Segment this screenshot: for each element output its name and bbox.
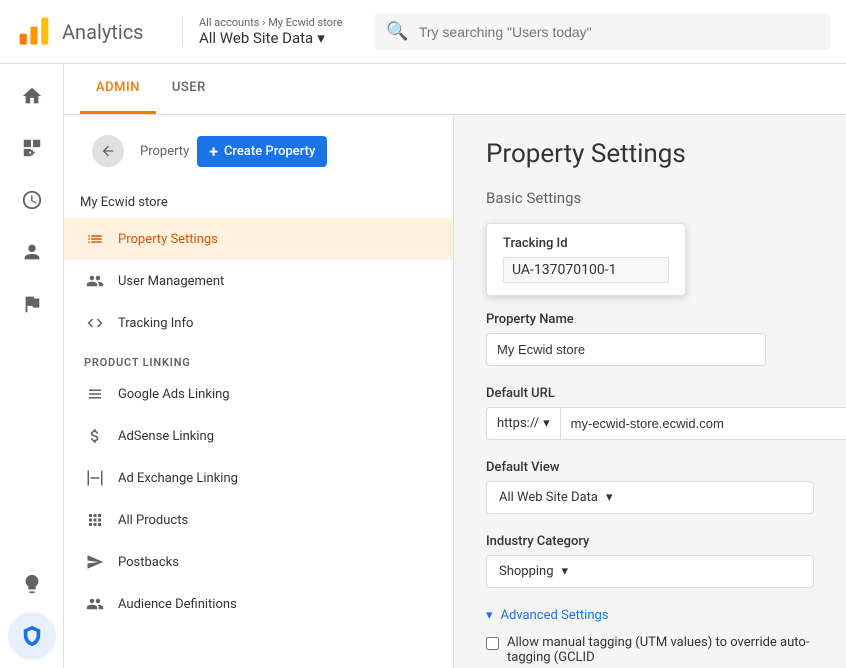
tracking-id-value: UA-137070100-1 <box>503 257 669 283</box>
sidebar-item-user-management[interactable]: User Management <box>64 260 453 302</box>
sidebar-item-ad-exchange[interactable]: Ad Exchange Linking <box>64 457 453 499</box>
chevron-down-icon: ▾ <box>562 564 569 579</box>
industry-category-dropdown[interactable]: Shopping ▾ <box>486 555 814 588</box>
default-view-value: All Web Site Data <box>499 490 598 505</box>
postbacks-icon <box>84 551 106 573</box>
product-linking-section-label: PRODUCT LINKING <box>64 344 453 373</box>
tab-admin[interactable]: ADMIN <box>80 64 156 114</box>
audience-definitions-icon <box>84 593 106 615</box>
property-label: Property <box>140 144 189 159</box>
app-title: Analytics <box>62 20 144 44</box>
sidebar-user-management-label: User Management <box>118 274 224 289</box>
sidebar-header: Property + Create Property <box>64 115 453 187</box>
plus-icon: + <box>209 142 218 161</box>
all-products-icon <box>84 509 106 531</box>
sidebar: Property + Create Property My Ecwid stor… <box>64 115 454 668</box>
search-input[interactable] <box>419 24 818 40</box>
analytics-logo-icon <box>16 14 52 50</box>
tab-user[interactable]: USER <box>156 64 222 114</box>
account-dropdown-label: All Web Site Data <box>199 29 313 47</box>
search-bar: 🔍 <box>374 13 830 50</box>
sidebar-ad-exchange-label: Ad Exchange Linking <box>118 471 238 486</box>
list-icon <box>84 228 106 250</box>
page-title: Property Settings <box>486 139 814 169</box>
store-name-label: My Ecwid store <box>64 187 453 218</box>
content-area: Property + Create Property My Ecwid stor… <box>64 115 846 668</box>
default-url-group: Default URL https:// ▾ <box>486 386 814 440</box>
create-property-button[interactable]: + Create Property <box>197 136 327 167</box>
nav-audience-button[interactable] <box>8 228 56 276</box>
account-dropdown[interactable]: All Web Site Data ▾ <box>199 29 342 47</box>
default-view-dropdown[interactable]: All Web Site Data ▾ <box>486 481 814 514</box>
property-name-input[interactable] <box>486 333 766 366</box>
sidebar-all-products-label: All Products <box>118 513 188 528</box>
sidebar-property-settings-label: Property Settings <box>118 232 218 247</box>
default-url-label: Default URL <box>486 386 814 401</box>
nav-icons <box>0 64 64 668</box>
basic-settings-label: Basic Settings <box>486 189 814 207</box>
advanced-settings-label: Advanced Settings <box>501 608 609 623</box>
adsense-icon <box>84 425 106 447</box>
chevron-down-icon: ▾ <box>606 490 613 505</box>
url-protocol-dropdown[interactable]: https:// ▾ <box>486 407 560 440</box>
industry-category-value: Shopping <box>499 564 554 579</box>
chevron-down-icon: ▾ <box>486 608 493 623</box>
main-content: ADMIN USER Property + Create Property <box>64 64 846 668</box>
sidebar-adsense-label: AdSense Linking <box>118 429 214 444</box>
nav-dashboard-button[interactable] <box>8 124 56 172</box>
nav-goals-button[interactable] <box>8 280 56 328</box>
sidebar-item-property-settings[interactable]: Property Settings <box>64 218 453 260</box>
advanced-settings-header[interactable]: ▾ Advanced Settings <box>486 608 814 623</box>
collapse-sidebar-button[interactable] <box>92 135 124 167</box>
ad-exchange-icon <box>84 467 106 489</box>
default-view-group: Default View All Web Site Data ▾ <box>486 460 814 514</box>
nav-reports-button[interactable] <box>8 176 56 224</box>
sidebar-item-google-ads[interactable]: Google Ads Linking <box>64 373 453 415</box>
account-selector: All accounts › My Ecwid store All Web Si… <box>182 16 358 47</box>
sidebar-google-ads-label: Google Ads Linking <box>118 387 230 402</box>
code-icon <box>84 312 106 334</box>
layout: ADMIN USER Property + Create Property <box>0 64 846 668</box>
people-icon <box>84 270 106 292</box>
main-panel: Property Settings Basic Settings Trackin… <box>454 115 846 668</box>
nav-home-button[interactable] <box>8 72 56 120</box>
sidebar-tracking-info-label: Tracking Info <box>118 316 193 331</box>
sidebar-item-adsense[interactable]: AdSense Linking <box>64 415 453 457</box>
tracking-id-tooltip: Tracking Id UA-137070100-1 <box>486 223 686 296</box>
url-input-group: https:// ▾ <box>486 407 846 440</box>
topbar: Analytics All accounts › My Ecwid store … <box>0 0 846 64</box>
logo-area: Analytics <box>16 14 166 50</box>
create-property-label: Create Property <box>224 144 315 159</box>
sidebar-postbacks-label: Postbacks <box>118 555 179 570</box>
tracking-id-section: Tracking Id UA-137070100-1 <box>486 223 814 296</box>
property-name-group: Property Name <box>486 312 814 366</box>
sidebar-item-postbacks[interactable]: Postbacks <box>64 541 453 583</box>
industry-category-label: Industry Category <box>486 534 814 549</box>
tabs: ADMIN USER <box>64 64 846 115</box>
advanced-tagging-label: Allow manual tagging (UTM values) to ove… <box>507 635 814 665</box>
sidebar-item-audience-definitions[interactable]: Audience Definitions <box>64 583 453 625</box>
breadcrumb: All accounts › My Ecwid store <box>199 16 342 29</box>
sidebar-item-tracking-info[interactable]: Tracking Info <box>64 302 453 344</box>
default-view-label: Default View <box>486 460 814 475</box>
chevron-down-icon: ▾ <box>543 416 550 431</box>
url-protocol-label: https:// <box>497 416 539 431</box>
advanced-tagging-row: Allow manual tagging (UTM values) to ove… <box>486 635 814 665</box>
nav-admin-button[interactable] <box>8 612 56 660</box>
tracking-id-label: Tracking Id <box>503 236 669 251</box>
nav-icons-bottom <box>8 560 56 668</box>
sidebar-item-all-products[interactable]: All Products <box>64 499 453 541</box>
google-ads-icon <box>84 383 106 405</box>
industry-category-group: Industry Category Shopping ▾ <box>486 534 814 588</box>
nav-light-bulb-button[interactable] <box>8 560 56 608</box>
sidebar-audience-def-label: Audience Definitions <box>118 597 237 612</box>
url-domain-input[interactable] <box>560 407 846 440</box>
advanced-tagging-checkbox[interactable] <box>486 637 499 650</box>
chevron-down-icon: ▾ <box>317 29 325 47</box>
property-name-label: Property Name <box>486 312 814 327</box>
search-icon: 🔍 <box>386 21 408 42</box>
